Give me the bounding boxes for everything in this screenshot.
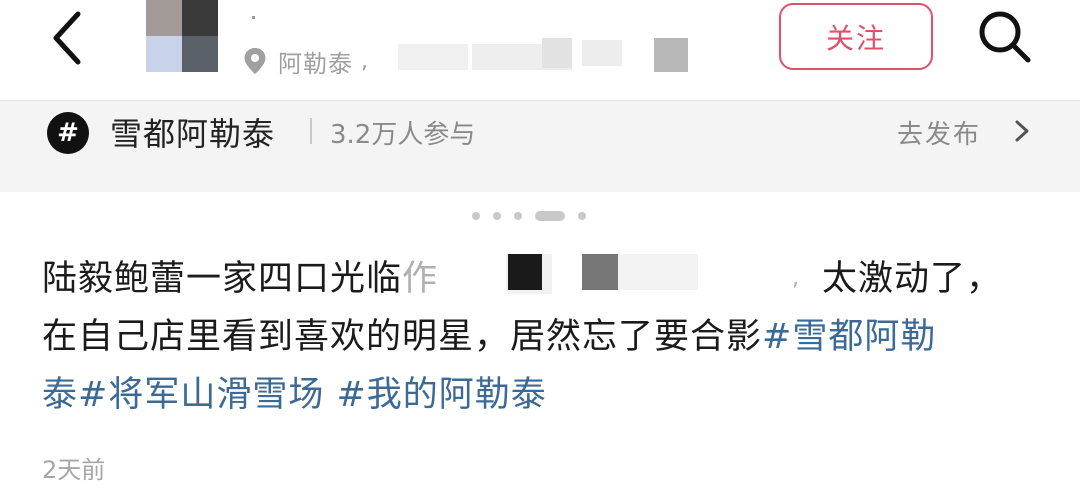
location-pin-icon <box>244 48 266 74</box>
search-button[interactable] <box>974 6 1034 66</box>
carousel-dot <box>472 212 480 220</box>
carousel-indicator <box>472 209 586 223</box>
carousel-dot <box>493 212 501 220</box>
chevron-right-icon[interactable] <box>1008 117 1036 145</box>
hashtag-icon: # <box>47 112 89 154</box>
hashtag-link[interactable]: 泰#将军山滑雪场 <box>42 375 324 415</box>
follow-button[interactable]: 关注 <box>779 3 933 70</box>
post-text-tail: 太激动了， <box>822 259 1003 299</box>
topic-participants: 3.2万人参与 <box>330 120 476 150</box>
location-comma: , <box>361 48 368 74</box>
carousel-dot <box>514 212 522 220</box>
avatar[interactable] <box>146 0 218 72</box>
post-line-1: 陆毅鲍蕾一家四口光临作 , 太激动了， <box>42 250 1042 308</box>
divider <box>310 118 312 144</box>
post-text-partial: 作 <box>402 259 439 299</box>
go-post-link[interactable]: 去发布 <box>897 114 981 151</box>
post-text: 陆毅鲍蕾一家四口光临 <box>42 259 403 299</box>
location-detail-redacted <box>398 36 728 72</box>
post-timestamp: 2天前 <box>42 456 106 484</box>
back-button[interactable] <box>40 8 100 68</box>
hashtag-link[interactable]: #我的阿勒泰 <box>336 375 546 415</box>
redacted-block <box>582 254 618 290</box>
back-arrow-icon <box>53 11 81 65</box>
redacted-block <box>508 254 542 290</box>
username-redacted[interactable] <box>240 4 270 22</box>
location-text: 阿勒泰 <box>278 49 353 78</box>
redacted-block <box>618 254 698 290</box>
post-line-2: 在自己店里看到喜欢的明星，居然忘了要合影#雪都阿勒 <box>42 308 1042 366</box>
top-bar: 阿勒泰 , 关注 <box>0 0 1080 100</box>
carousel-dot-active <box>535 211 565 221</box>
search-icon <box>979 11 1031 63</box>
location-tag[interactable]: 阿勒泰 , <box>242 44 368 78</box>
carousel-dot <box>578 212 586 220</box>
post-text-comma: , <box>792 266 800 291</box>
hashtag-link[interactable]: #雪都阿勒 <box>762 317 936 357</box>
topic-banner[interactable]: # 雪都阿勒泰 3.2万人参与 去发布 <box>0 100 1080 192</box>
post-text: 在自己店里看到喜欢的明星，居然忘了要合影 <box>42 317 763 357</box>
post-line-3: 泰#将军山滑雪场 #我的阿勒泰 <box>42 366 1042 424</box>
topic-name: 雪都阿勒泰 <box>110 115 276 153</box>
post-body: 陆毅鲍蕾一家四口光临作 , 太激动了， 在自己店里看到喜欢的明星，居然忘了要合影… <box>42 250 1042 424</box>
